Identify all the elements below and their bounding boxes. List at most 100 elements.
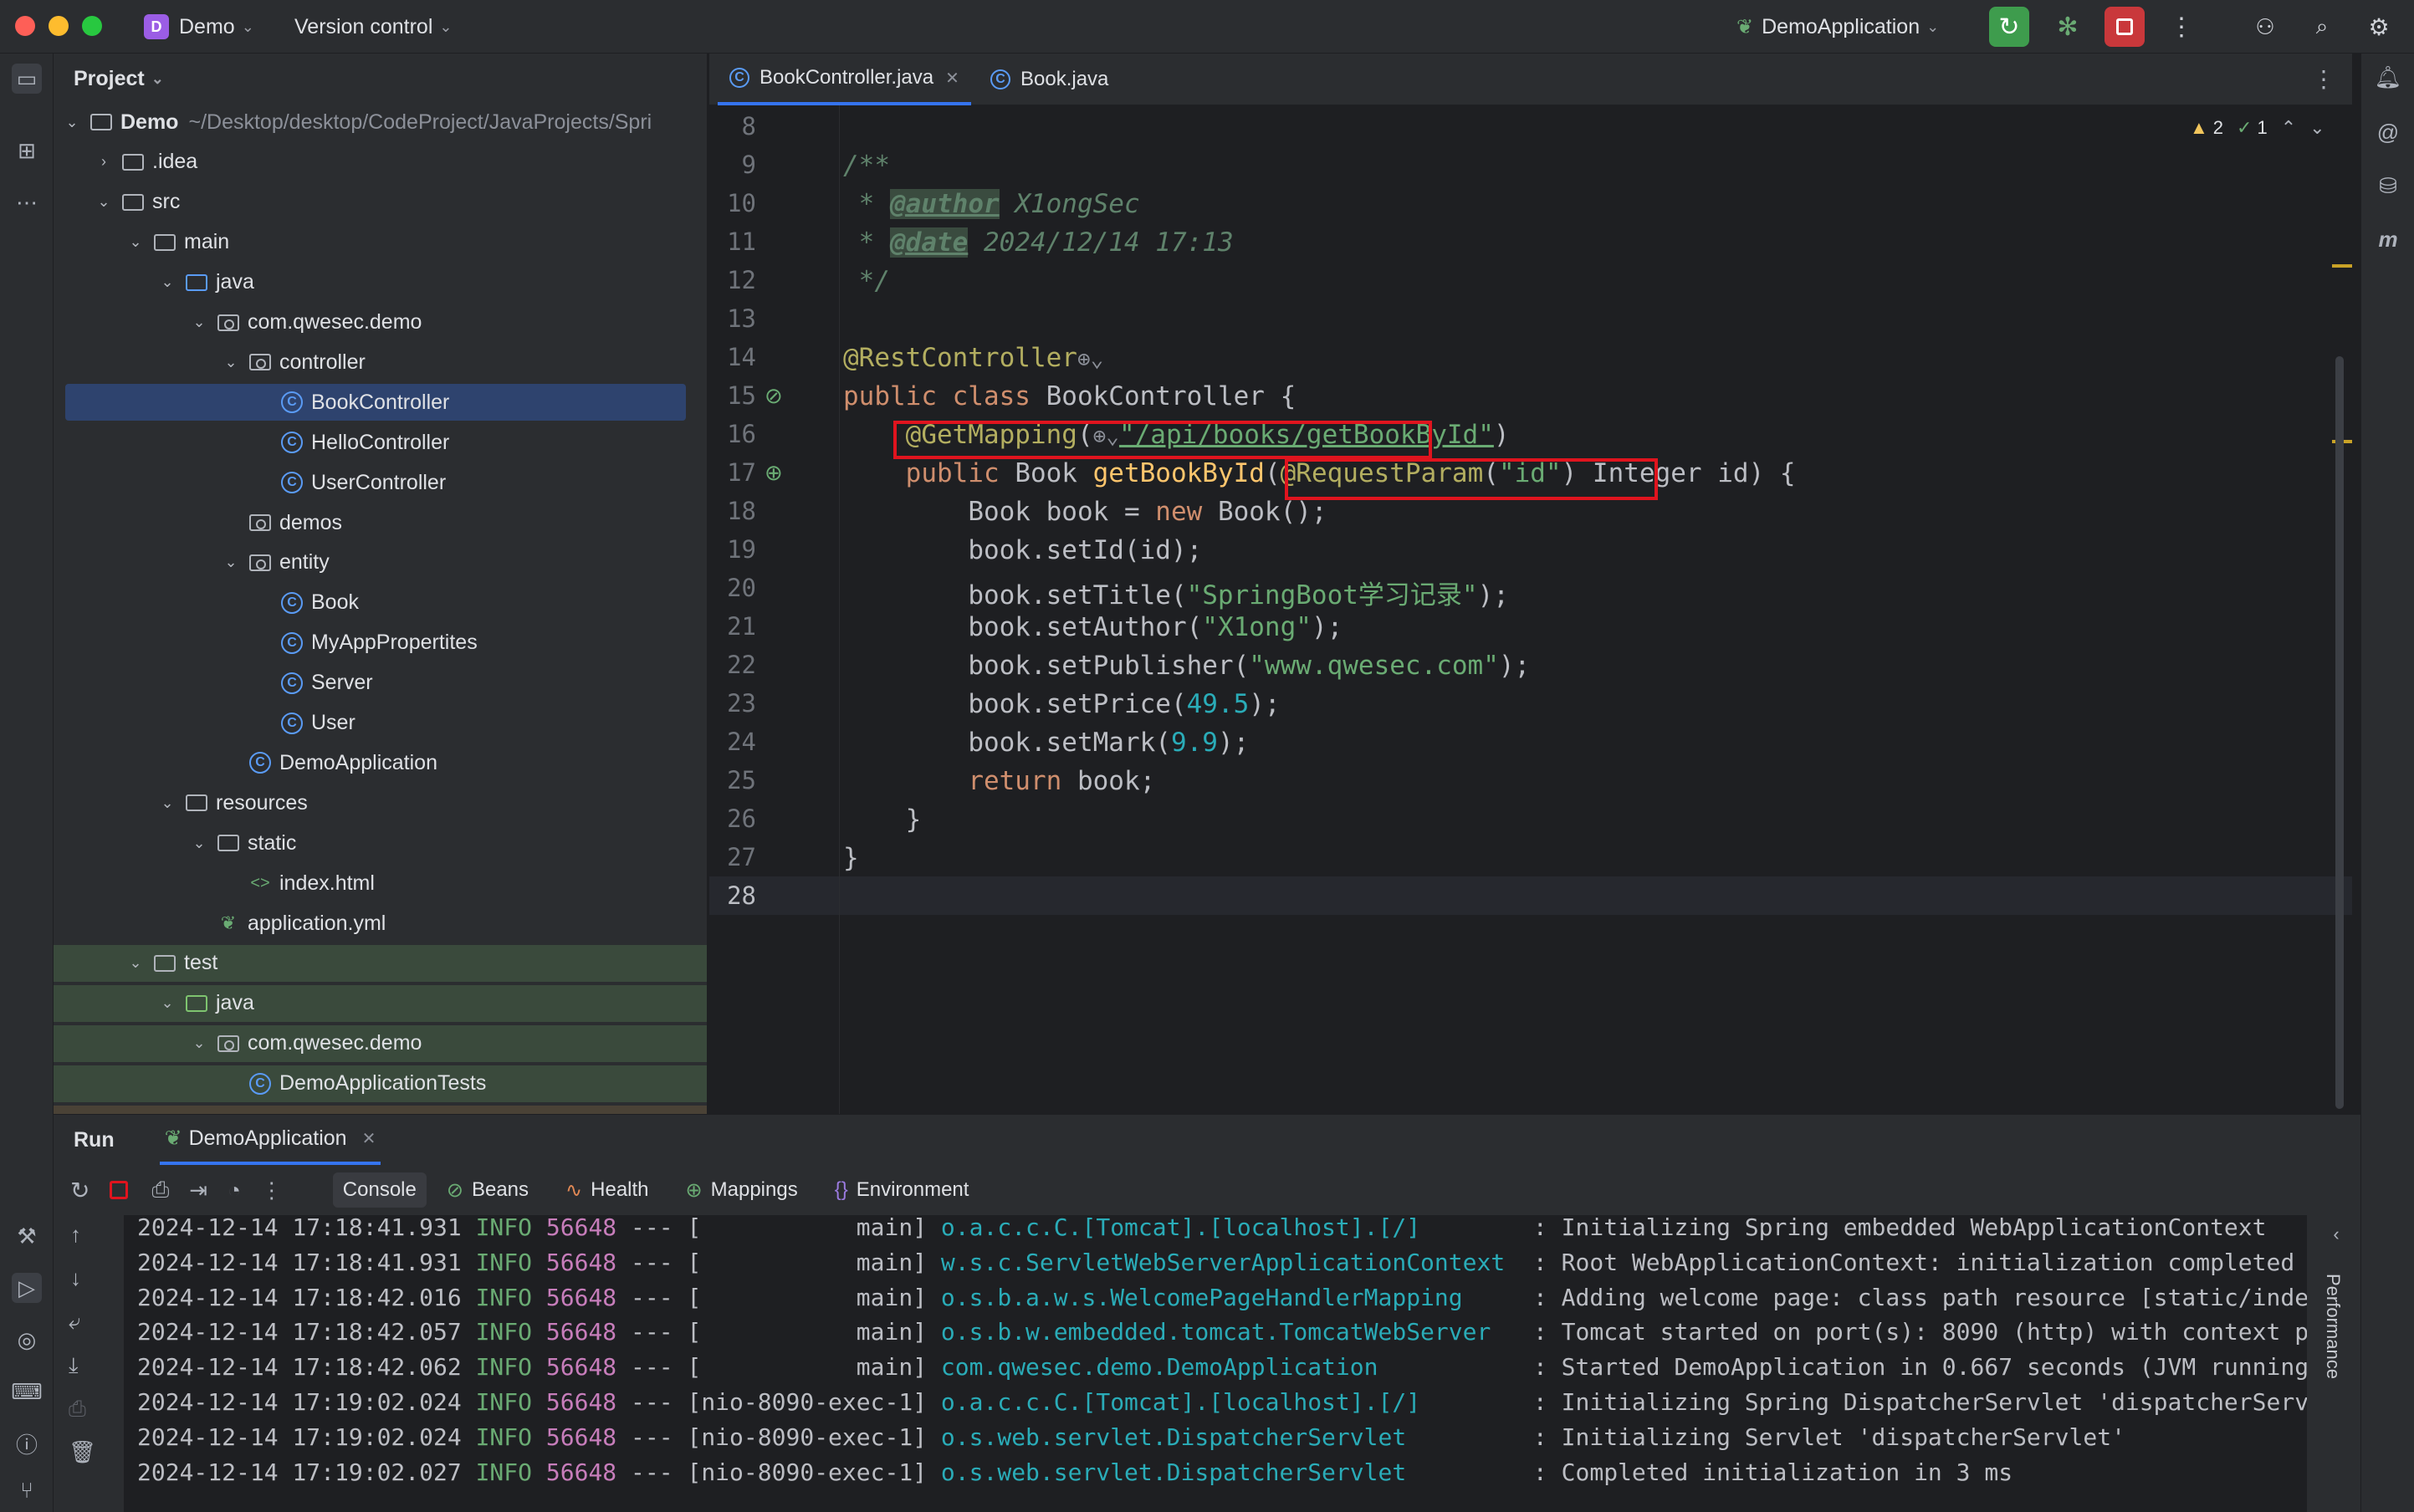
soft-wrap-icon[interactable]: ⤶ [69, 1309, 81, 1336]
run-tool-button[interactable]: ▷ [12, 1273, 42, 1303]
tree-item[interactable]: ⌄ resources [54, 784, 707, 821]
settings-button[interactable]: ⚙ [2359, 7, 2399, 47]
chevron-down-icon[interactable]: ⌄ [157, 994, 177, 1012]
chevron-down-icon[interactable]: ⌄ [221, 554, 241, 571]
endpoint-gutter-icon[interactable]: ⊕ [765, 460, 783, 486]
scroll-to-end-icon[interactable]: ⤓ [69, 1352, 79, 1379]
rerun-button[interactable]: ↻ [1989, 7, 2029, 47]
tab-health[interactable]: ∿ Health [565, 1178, 648, 1203]
chevron-down-icon[interactable]: ⌄ [221, 354, 241, 371]
trash-icon[interactable]: 🗑︎ [69, 1439, 96, 1465]
tab-beans[interactable]: ⊘ Beans [447, 1178, 529, 1203]
stop-icon[interactable] [110, 1181, 129, 1199]
tree-item[interactable]: ⌄ main [54, 224, 707, 261]
project-tool-button[interactable]: ▭ [12, 64, 42, 94]
spring-bean-gutter-icon[interactable]: ⊘ [765, 383, 783, 409]
tab-book[interactable]: C Book.java [979, 54, 1120, 105]
stop-button[interactable] [2105, 7, 2145, 47]
tab-console[interactable]: Console [332, 1172, 427, 1208]
tree-item[interactable]: C MyAppPropertites [54, 625, 707, 662]
tree-item[interactable]: C BookController [65, 384, 686, 421]
structure-tool-button[interactable]: ⊞ [12, 135, 42, 166]
tab-mappings[interactable]: ⊕ Mappings [686, 1178, 798, 1203]
chevron-up-icon[interactable]: ⌃ [2281, 117, 2296, 139]
chevron-down-icon[interactable]: ⌄ [189, 1034, 209, 1052]
search-button[interactable]: ⌕ [2302, 7, 2342, 47]
tree-item[interactable]: ⌄ controller [54, 344, 707, 381]
editor-scrollbar[interactable] [2335, 356, 2344, 1109]
maven-button[interactable]: m [2373, 224, 2403, 254]
more-tools-button[interactable]: ⋯ [12, 187, 42, 217]
inspection-widget[interactable]: ▲ 2 ✓ 1 ⌃ ⌄ [2190, 117, 2325, 139]
chevron-down-icon[interactable]: ⌄ [2309, 117, 2324, 139]
chevron-down-icon[interactable]: ⌄ [62, 114, 82, 131]
build-tool-button[interactable]: ⚒ [12, 1221, 42, 1251]
chevron-down-icon[interactable]: ⌄ [189, 314, 209, 331]
tree-item[interactable]: ❦ application.yml [54, 905, 707, 942]
tree-item[interactable]: ⌄ com.qwesec.demo [54, 304, 707, 341]
chevron-down-icon[interactable]: ⌄ [189, 835, 209, 852]
tree-item[interactable]: ›target [54, 1105, 707, 1114]
structure-icon: ⊞ [18, 137, 36, 163]
database-button[interactable]: ⛁ [2373, 171, 2403, 201]
maximize-window-button[interactable] [82, 16, 102, 36]
terminal-tool-button[interactable]: ⌨ [11, 1377, 43, 1407]
tree-item[interactable]: ⌄ static [54, 825, 707, 861]
run-config-selector[interactable]: ❦ DemoApplication ⌄ [1736, 0, 1939, 54]
tree-item[interactable]: <> index.html [54, 865, 707, 902]
tree-item[interactable]: ⌄ java [54, 984, 707, 1022]
tree-item[interactable]: ⌄ java [54, 264, 707, 301]
project-switcher[interactable]: D Demo ⌄ [144, 0, 254, 54]
tree-item[interactable]: › .idea [54, 144, 707, 181]
debug-button[interactable]: ✻ [2048, 7, 2088, 47]
tree-item[interactable]: C Book [54, 585, 707, 621]
exit-icon[interactable]: ⇥ [189, 1177, 207, 1203]
tab-environment[interactable]: {} Environment [835, 1178, 969, 1202]
tree-item[interactable]: ⌄ test [54, 944, 707, 982]
project-panel-header[interactable]: Project ⌄ [54, 54, 707, 104]
tree-item[interactable]: ⌄ com.qwesec.demo [54, 1024, 707, 1062]
tree-item[interactable]: C Server [54, 665, 707, 702]
chevron-down-icon[interactable]: ⌄ [94, 193, 114, 211]
warning-stripe-marker[interactable] [2332, 264, 2352, 268]
git-tool-button[interactable]: ⑂ [12, 1475, 42, 1505]
code-editor[interactable]: 8 9 10 11 12 13 14 15 16 17 18 19 20 21 22 23 24 25 26 27 28… [709, 105, 2352, 1114]
ai-assistant-button[interactable]: @ [2373, 117, 2403, 147]
chevron-down-icon[interactable]: ⌄ [125, 954, 146, 972]
version-control-menu[interactable]: Version control ⌄ [294, 0, 452, 54]
tree-item[interactable]: C DemoApplicationTests [54, 1065, 707, 1102]
notifications-button[interactable]: 🔔︎ [2373, 62, 2403, 92]
problems-tool-button[interactable]: ⓘ [12, 1428, 42, 1458]
tab-bookcontroller[interactable]: C BookController.java ✕ [718, 54, 971, 105]
performance-side-panel[interactable]: ‹ Performance [2314, 1223, 2359, 1499]
chevron-down-icon[interactable]: ⌄ [157, 273, 177, 291]
rerun-icon[interactable]: ↻ [70, 1177, 90, 1204]
close-window-button[interactable] [15, 16, 35, 36]
chevron-down-icon[interactable]: ⌄ [125, 233, 146, 251]
chevron-down-icon[interactable]: ⌄ [157, 794, 177, 812]
services-tool-button[interactable]: ◎ [12, 1325, 42, 1355]
tree-item[interactable]: C UserController [54, 464, 707, 501]
minimize-window-button[interactable] [49, 16, 69, 36]
profiler-icon[interactable]: ◔ [228, 1177, 241, 1203]
tree-item[interactable]: C DemoApplication [54, 744, 707, 781]
arrow-down-icon[interactable]: ↓ [70, 1265, 81, 1291]
tab-options-icon[interactable]: ⋮ [2312, 65, 2335, 93]
add-user-button[interactable]: ⚇ [2245, 7, 2285, 47]
tree-item[interactable]: ⌄ Demo ~/Desktop/desktop/CodeProject/JavaP… [54, 104, 707, 140]
camera-icon[interactable]: ⎙ [151, 1177, 169, 1203]
console-output[interactable]: 2024-12-14 17:18:41.931 INFO 56648 --- [… [124, 1215, 2307, 1512]
close-tab-icon[interactable]: ✕ [362, 1128, 376, 1149]
tree-item[interactable]: ⌄ src [54, 184, 707, 221]
more-actions-button[interactable]: ⋮ [2161, 7, 2202, 47]
tree-item[interactable]: C User [54, 705, 707, 742]
tree-item[interactable]: C HelloController [54, 424, 707, 461]
close-tab-icon[interactable]: ✕ [945, 68, 959, 89]
tab-demoapplication-run[interactable]: ❦ DemoApplication ✕ [159, 1115, 381, 1165]
chevron-right-icon[interactable]: › [94, 153, 114, 171]
print-icon[interactable]: ⎙ [69, 1396, 86, 1423]
more-vertical-icon[interactable]: ⋮ [261, 1177, 283, 1203]
tree-item[interactable]: demos [54, 504, 707, 541]
arrow-up-icon[interactable]: ↑ [70, 1222, 81, 1248]
tree-item[interactable]: ⌄ entity [54, 544, 707, 581]
